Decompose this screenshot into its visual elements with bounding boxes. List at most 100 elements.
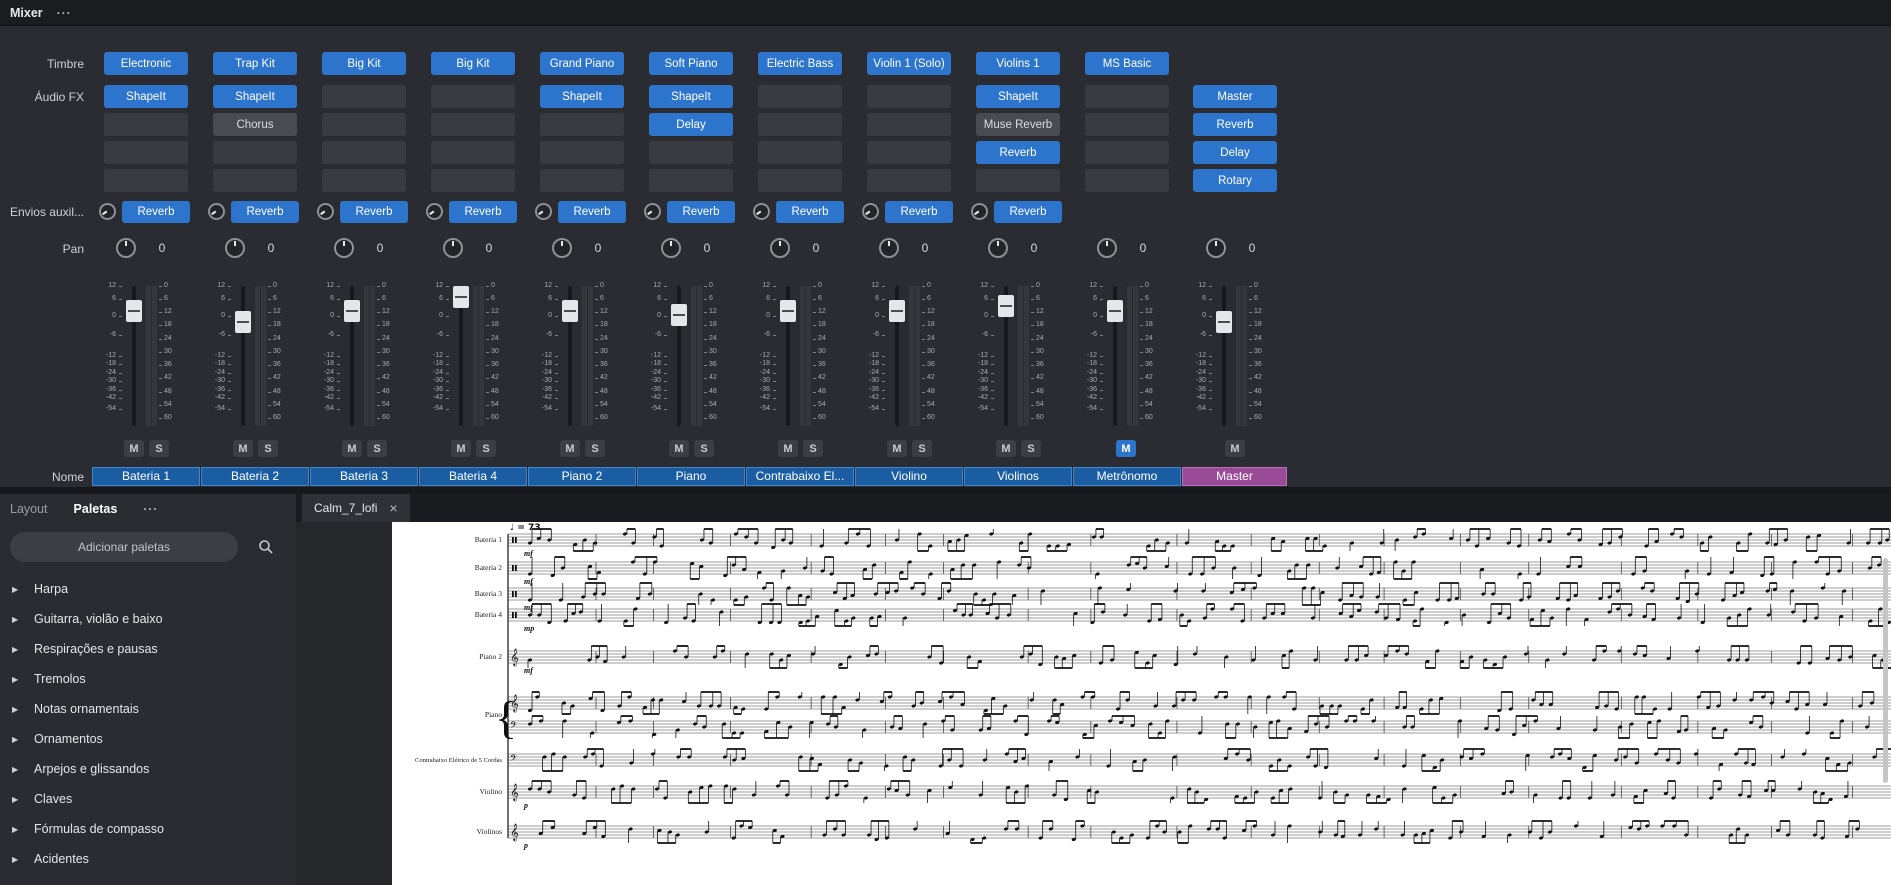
fx-slot-empty[interactable] xyxy=(1085,85,1169,108)
channel-name[interactable]: Metrônomo xyxy=(1073,467,1181,486)
fx-slot-empty[interactable] xyxy=(1085,169,1169,192)
fader-handle[interactable] xyxy=(562,300,578,323)
aux-send-button[interactable]: Reverb xyxy=(558,201,626,223)
fx-slot-empty[interactable] xyxy=(976,169,1060,192)
mute-button[interactable]: M xyxy=(996,440,1016,457)
fx-slot-empty[interactable] xyxy=(104,141,188,164)
fx-slot-empty[interactable] xyxy=(540,113,624,136)
fx-slot-button[interactable]: Reverb xyxy=(1193,113,1277,136)
channel-name[interactable]: Piano xyxy=(637,467,745,486)
fader-handle[interactable] xyxy=(780,300,796,323)
palette-item[interactable]: ▶ Harpa xyxy=(0,574,296,604)
fx-slot-button[interactable]: Reverb xyxy=(976,141,1060,164)
fx-slot-button[interactable]: Delay xyxy=(649,113,733,136)
solo-button[interactable]: S xyxy=(912,440,932,457)
solo-button[interactable]: S xyxy=(258,440,278,457)
mute-button[interactable]: M xyxy=(887,440,907,457)
fx-slot-empty[interactable] xyxy=(867,169,951,192)
aux-send-knob[interactable] xyxy=(749,199,774,224)
mute-button[interactable]: M xyxy=(124,440,144,457)
timbre-button[interactable]: MS Basic xyxy=(1085,52,1169,75)
aux-send-button[interactable]: Reverb xyxy=(231,201,299,223)
pan-knob[interactable] xyxy=(225,238,245,258)
aux-send-knob[interactable] xyxy=(204,199,229,224)
solo-button[interactable]: S xyxy=(476,440,496,457)
fx-slot-empty[interactable] xyxy=(1085,113,1169,136)
fx-slot-empty[interactable] xyxy=(431,169,515,192)
fx-slot-empty[interactable] xyxy=(104,169,188,192)
timbre-button[interactable]: Violins 1 xyxy=(976,52,1060,75)
aux-send-knob[interactable] xyxy=(313,199,338,224)
fx-slot-button[interactable]: Master xyxy=(1193,85,1277,108)
fx-slot-button[interactable]: ShapeIt xyxy=(976,85,1060,108)
fx-slot-button[interactable]: Delay xyxy=(1193,141,1277,164)
pan-knob[interactable] xyxy=(116,238,136,258)
timbre-button[interactable]: Violin 1 (Solo) xyxy=(867,52,951,75)
fx-slot-button[interactable]: ShapeIt xyxy=(104,85,188,108)
fx-slot-empty[interactable] xyxy=(104,113,188,136)
palette-item[interactable]: ▶ Claves xyxy=(0,784,296,814)
palette-item[interactable]: ▶ Arpejos e glissandos xyxy=(0,754,296,784)
fader-handle[interactable] xyxy=(344,300,360,323)
timbre-button[interactable]: Trap Kit xyxy=(213,52,297,75)
fader-handle[interactable] xyxy=(671,304,687,327)
palettes-menu-icon[interactable]: ··· xyxy=(143,502,158,516)
channel-name[interactable]: Master xyxy=(1182,467,1287,486)
fx-slot-button[interactable]: ShapeIt xyxy=(213,85,297,108)
mute-button[interactable]: M xyxy=(560,440,580,457)
fx-slot-empty[interactable] xyxy=(322,113,406,136)
fader-handle[interactable] xyxy=(126,300,142,323)
channel-name[interactable]: Violino xyxy=(855,467,963,486)
pan-knob[interactable] xyxy=(988,238,1008,258)
fx-slot-empty[interactable] xyxy=(322,169,406,192)
palette-item[interactable]: ▶ Guitarra, violão e baixo xyxy=(0,604,296,634)
pan-knob[interactable] xyxy=(334,238,354,258)
aux-send-button[interactable]: Reverb xyxy=(994,201,1062,223)
aux-send-button[interactable]: Reverb xyxy=(667,201,735,223)
channel-name[interactable]: Piano 2 xyxy=(528,467,636,486)
aux-send-knob[interactable] xyxy=(422,199,447,224)
pan-knob[interactable] xyxy=(1097,238,1117,258)
channel-name[interactable]: Bateria 3 xyxy=(310,467,418,486)
fx-slot-empty[interactable] xyxy=(322,141,406,164)
fader-handle[interactable] xyxy=(1216,311,1232,334)
fx-slot-empty[interactable] xyxy=(867,141,951,164)
fx-slot-empty[interactable] xyxy=(431,85,515,108)
fx-slot-empty[interactable] xyxy=(213,141,297,164)
search-icon[interactable] xyxy=(254,535,278,559)
fader-handle[interactable] xyxy=(889,300,905,323)
aux-send-knob[interactable] xyxy=(858,199,883,224)
pan-knob[interactable] xyxy=(879,238,899,258)
fx-slot-empty[interactable] xyxy=(431,113,515,136)
timbre-button[interactable]: Electronic xyxy=(104,52,188,75)
palette-item[interactable]: ▶ Fórmulas de compasso xyxy=(0,814,296,844)
fx-slot-empty[interactable] xyxy=(758,169,842,192)
mute-button[interactable]: M xyxy=(778,440,798,457)
fx-slot-empty[interactable] xyxy=(649,169,733,192)
fx-slot-empty[interactable] xyxy=(758,85,842,108)
pan-knob[interactable] xyxy=(1206,238,1226,258)
aux-send-button[interactable]: Reverb xyxy=(776,201,844,223)
fx-slot-button[interactable]: Chorus xyxy=(213,113,297,136)
mute-button[interactable]: M xyxy=(1116,440,1136,457)
solo-button[interactable]: S xyxy=(367,440,387,457)
fx-slot-button[interactable]: ShapeIt xyxy=(540,85,624,108)
aux-send-knob[interactable] xyxy=(640,199,665,224)
channel-name[interactable]: Bateria 2 xyxy=(201,467,309,486)
fader-handle[interactable] xyxy=(1107,300,1123,323)
solo-button[interactable]: S xyxy=(1021,440,1041,457)
pan-knob[interactable] xyxy=(770,238,790,258)
fx-slot-button[interactable]: Muse Reverb xyxy=(976,113,1060,136)
fx-slot-empty[interactable] xyxy=(758,113,842,136)
mute-button[interactable]: M xyxy=(342,440,362,457)
channel-name[interactable]: Bateria 4 xyxy=(419,467,527,486)
aux-send-button[interactable]: Reverb xyxy=(449,201,517,223)
palette-item[interactable]: ▶ Ornamentos xyxy=(0,724,296,754)
score-tab[interactable]: Calm_7_lofi × xyxy=(302,494,410,522)
timbre-button[interactable]: Soft Piano xyxy=(649,52,733,75)
fader-handle[interactable] xyxy=(453,286,469,309)
solo-button[interactable]: S xyxy=(149,440,169,457)
aux-send-knob[interactable] xyxy=(95,199,120,224)
aux-send-knob[interactable] xyxy=(531,199,556,224)
palette-item[interactable]: ▶ Tremolos xyxy=(0,664,296,694)
